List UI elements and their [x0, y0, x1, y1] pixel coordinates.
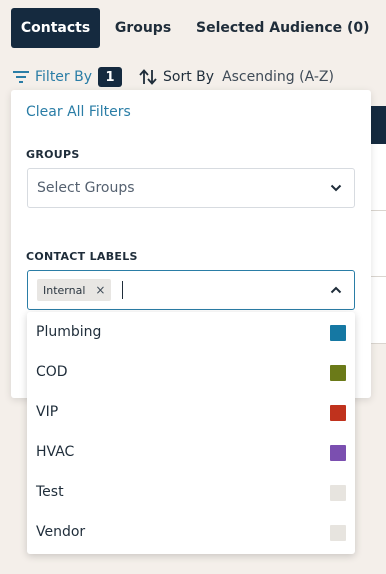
sort-order-value[interactable]: Ascending (A-Z)	[222, 69, 334, 85]
filter-by-button[interactable]: Filter By 1	[13, 67, 123, 87]
contact-labels-select[interactable]: Internal ×	[27, 270, 355, 310]
tab-contacts[interactable]: Contacts	[11, 8, 100, 48]
contacts-table-header	[369, 106, 386, 144]
sort-by-button[interactable]: Sort By	[139, 69, 214, 85]
color-swatch	[330, 445, 346, 461]
color-swatch	[330, 365, 346, 381]
option-label: COD	[36, 364, 68, 380]
color-swatch	[330, 525, 346, 541]
label-option-vendor[interactable]: Vendor	[27, 512, 355, 552]
label-option-cod[interactable]: COD	[27, 352, 355, 392]
filter-icon	[13, 71, 29, 83]
tab-selected-audience[interactable]: Selected Audience (0)	[186, 8, 370, 48]
chip-remove-button[interactable]: ×	[95, 283, 105, 297]
label-option-plumbing[interactable]: Plumbing	[27, 312, 355, 352]
option-label: Plumbing	[36, 324, 102, 340]
option-label: Vendor	[36, 524, 86, 540]
option-label: HVAC	[36, 444, 75, 460]
sort-arrows-icon	[139, 69, 157, 85]
row-divider	[370, 210, 386, 211]
text-cursor	[122, 281, 124, 299]
chevron-up-icon	[330, 286, 342, 294]
groups-heading: GROUPS	[26, 148, 80, 161]
label-option-vip[interactable]: VIP	[27, 392, 355, 432]
tab-bar: Contacts Groups Selected Audience (0)	[11, 8, 370, 48]
row-divider	[370, 276, 386, 277]
groups-select-placeholder: Select Groups	[37, 180, 135, 196]
chip-label: Internal	[43, 283, 86, 297]
chevron-down-icon	[330, 184, 342, 192]
groups-select[interactable]: Select Groups	[27, 168, 355, 208]
color-swatch	[330, 405, 346, 421]
option-label: VIP	[36, 404, 59, 420]
label-option-test[interactable]: Test	[27, 472, 355, 512]
color-swatch	[330, 485, 346, 501]
contacts-table-body	[369, 144, 386, 344]
filter-by-label: Filter By	[35, 69, 93, 85]
color-swatch	[330, 325, 346, 341]
tab-groups[interactable]: Groups	[100, 8, 186, 48]
label-option-hvac[interactable]: HVAC	[27, 432, 355, 472]
filter-count-badge: 1	[98, 67, 123, 87]
contact-labels-dropdown: Plumbing COD VIP HVAC Test Vendor	[27, 312, 355, 554]
clear-all-filters-link[interactable]: Clear All Filters	[26, 104, 131, 120]
row-divider	[370, 343, 386, 344]
option-label: Test	[36, 484, 64, 500]
selected-label-chip: Internal ×	[37, 279, 112, 301]
contact-labels-heading: CONTACT LABELS	[26, 250, 138, 263]
sort-by-label: Sort By	[163, 69, 215, 85]
filter-sort-bar: Filter By 1 Sort By Ascending (A-Z)	[13, 66, 334, 88]
